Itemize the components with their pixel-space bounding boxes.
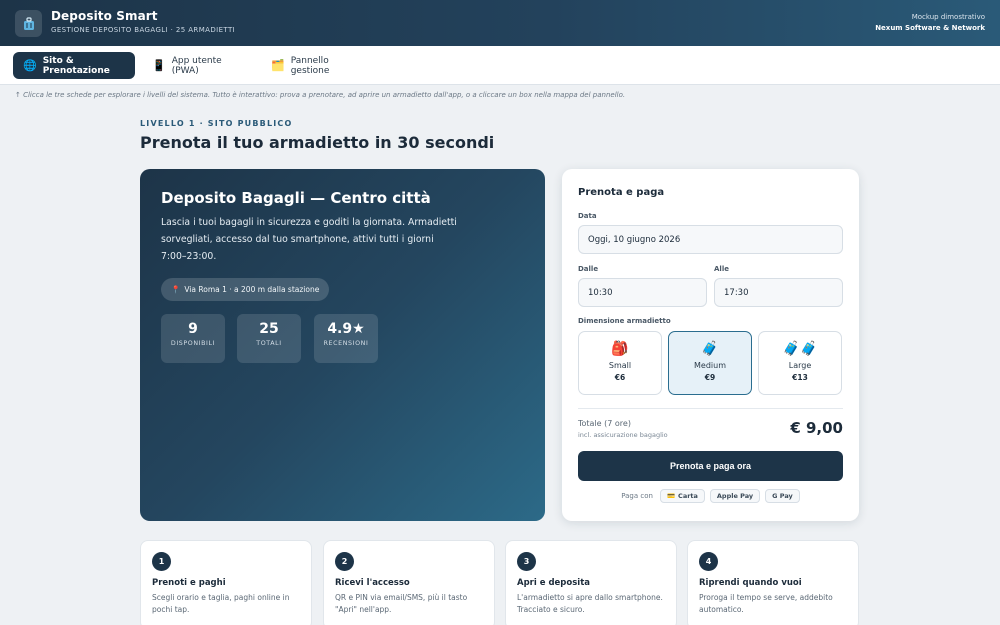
step-number: 3 (517, 552, 536, 571)
size-name: Small (608, 361, 632, 370)
app-title: Deposito Smart (51, 9, 158, 23)
booking-card: Prenota e paga Data Oggi, 10 giugno 2026… (562, 169, 859, 521)
payment-label: Apple Pay (716, 492, 754, 500)
size-name: Large (788, 361, 812, 370)
tab-label: Pannello gestione (290, 55, 330, 76)
total-label: Totale (7 ore) (578, 419, 631, 428)
size-option-medium[interactable]: 🧳 Medium €9 (668, 331, 752, 395)
stat-label: RECENSIONI (323, 340, 369, 347)
two-suitcases-icon: 🧳🧳 (782, 341, 818, 357)
mockup-label: Mockup dimostrativo (911, 13, 985, 21)
address-badge: 📍 Via Roma 1 · a 200 m dalla stazione (161, 278, 330, 301)
stat-reviews: 4.9★ RECENSIONI (314, 314, 378, 363)
date-label: Data (578, 212, 597, 220)
folder-icon: 🗂️ (271, 59, 285, 72)
page-title: Prenota il tuo armadietto in 30 secondi (140, 133, 495, 152)
company-label: Nexum Software & Network (875, 24, 985, 32)
tab-sito-prenotazione[interactable]: 🌐 Sito & Prenotazione (13, 52, 135, 79)
address-text: Via Roma 1 · a 200 m dalla stazione (184, 285, 320, 294)
hero-card: Deposito Bagagli — Centro città Lascia i… (140, 169, 545, 521)
backpack-icon: 🎒 (611, 341, 629, 357)
step-title: Prenoti e paghi (152, 578, 226, 588)
step-description: L'armadietto si apre dallo smartphone. T… (517, 593, 663, 614)
step-number: 2 (335, 552, 354, 571)
step-description: QR e PIN via email/SMS, più il tasto "Ap… (335, 593, 468, 614)
tab-bar: 🌐 Sito & Prenotazione 📱 App utente (PWA)… (0, 46, 1000, 85)
tab-app-utente[interactable]: 📱 App utente (PWA) (142, 52, 254, 79)
step-number: 4 (699, 552, 718, 571)
size-price: €9 (704, 373, 716, 382)
size-price: €6 (614, 373, 626, 382)
step-number: 1 (152, 552, 171, 571)
total-note: incl. assicurazione bagaglio (578, 431, 668, 439)
from-time-field[interactable]: 10:30 (578, 278, 707, 307)
stat-label: TOTALI (256, 340, 282, 347)
stat-available: 9 DISPONIBILI (161, 314, 225, 363)
date-field[interactable]: Oggi, 10 giugno 2026 (578, 225, 843, 254)
step-title: Ricevi l'accesso (335, 578, 410, 588)
size-label: Dimensione armadietto (578, 317, 671, 325)
phone-icon: 📱 (152, 59, 166, 72)
luggage-icon (15, 10, 42, 37)
step-card-2: 2 Ricevi l'accesso QR e PIN via email/SM… (323, 540, 495, 625)
step-title: Riprendi quando vuoi (699, 578, 802, 588)
to-time-field[interactable]: 17:30 (714, 278, 843, 307)
total-amount: € 9,00 (790, 419, 843, 437)
tab-label: Sito & Prenotazione (42, 55, 110, 76)
step-card-4: 4 Riprendi quando vuoi Proroga il tempo … (687, 540, 859, 625)
step-card-1: 1 Prenoti e paghi Scegli orario e taglia… (140, 540, 312, 625)
globe-icon: 🌐 (23, 59, 37, 72)
payment-google-pay-chip[interactable]: G Pay (765, 489, 800, 503)
stat-value: 4.9★ (327, 321, 365, 337)
credit-card-icon: 💳 (666, 492, 676, 500)
pay-with-label: Paga con (621, 492, 653, 500)
step-card-3: 3 Apri e deposita L'armadietto si apre d… (505, 540, 677, 625)
hint-text: ↑ Clicca le tre schede per esplorare i l… (15, 91, 626, 99)
to-label: Alle (714, 265, 729, 273)
step-title: Apri e deposita (517, 578, 590, 588)
pin-icon: 📍 (171, 285, 181, 294)
size-price: €13 (792, 373, 808, 382)
booking-title: Prenota e paga (578, 187, 665, 198)
stat-label: DISPONIBILI (170, 340, 216, 347)
payment-methods: Paga con 💳 Carta Apple Pay G Pay (562, 489, 859, 503)
payment-label: G Pay (772, 492, 793, 500)
app-header: Deposito Smart GESTIONE DEPOSITO BAGAGLI… (0, 0, 1000, 46)
size-option-small[interactable]: 🎒 Small €6 (578, 331, 662, 395)
size-option-large[interactable]: 🧳🧳 Large €13 (758, 331, 842, 395)
step-description: Proroga il tempo se serve, addebito auto… (699, 593, 833, 614)
book-and-pay-button[interactable]: Prenota e paga ora (578, 451, 843, 481)
suitcase-icon: 🧳 (701, 341, 719, 357)
hero-title: Deposito Bagagli — Centro città (161, 189, 431, 207)
hero-description: Lascia i tuoi bagagli in sicurezza e god… (161, 217, 457, 262)
app-subtitle: GESTIONE DEPOSITO BAGAGLI · 25 ARMADIETT… (51, 26, 236, 34)
payment-card-chip[interactable]: 💳 Carta (659, 489, 705, 503)
stat-value: 9 (188, 321, 198, 337)
stat-value: 25 (259, 321, 279, 337)
tab-label: App utente (PWA) (171, 55, 222, 76)
from-label: Dalle (578, 265, 599, 273)
payment-apple-pay-chip[interactable]: Apple Pay (709, 489, 761, 503)
level-label: LIVELLO 1 · SITO PUBBLICO (140, 119, 293, 128)
tab-pannello-gestione[interactable]: 🗂️ Pannello gestione (261, 52, 371, 79)
divider (578, 408, 843, 409)
stat-total: 25 TOTALI (237, 314, 301, 363)
payment-label: Carta (678, 492, 698, 500)
size-name: Medium (694, 361, 726, 370)
step-description: Scegli orario e taglia, paghi online in … (152, 593, 290, 614)
